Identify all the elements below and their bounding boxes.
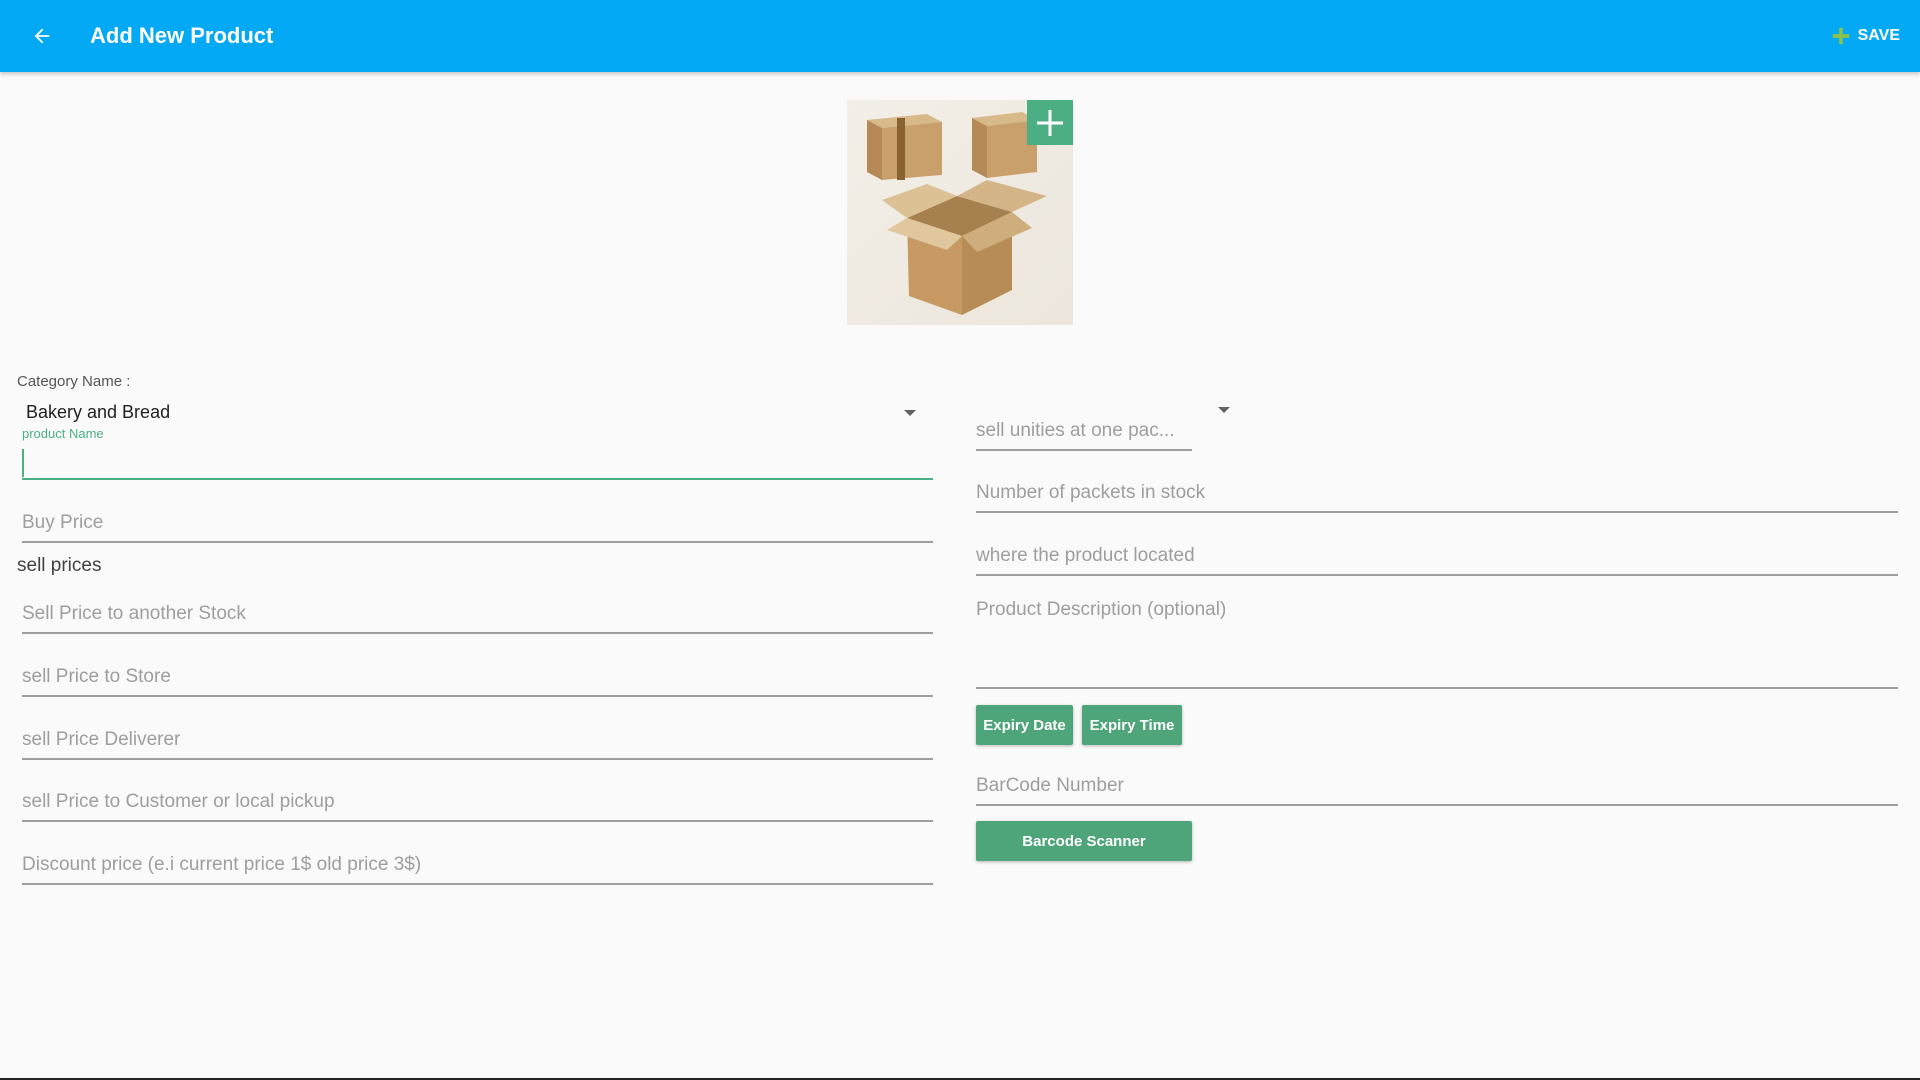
sell-price-deliverer-input[interactable]: sell Price Deliverer (22, 720, 933, 760)
plus-icon (1832, 27, 1849, 45)
unities-spinner[interactable]: sell unities at one pac... (976, 411, 1192, 451)
barcode-number-input[interactable]: BarCode Number (976, 766, 1898, 806)
expiry-date-button[interactable]: Expiry Date (976, 705, 1073, 745)
back-button[interactable] (22, 16, 62, 56)
product-name-input[interactable] (22, 440, 933, 480)
app-bar: Add New Product SAVE (0, 0, 1920, 72)
sell-price-store-input[interactable]: sell Price to Store (22, 657, 933, 697)
text-caret (22, 449, 24, 477)
sell-price-customer-input[interactable]: sell Price to Customer or local pickup (22, 782, 933, 822)
category-spinner[interactable]: Bakery and Bread (26, 402, 170, 423)
save-button[interactable]: SAVE (1830, 18, 1900, 54)
category-dropdown-arrow[interactable] (904, 410, 916, 416)
product-description-input[interactable]: Product Description (optional) (976, 590, 1898, 689)
product-location-input[interactable]: where the product located (976, 536, 1898, 576)
save-label: SAVE (1857, 27, 1900, 44)
page-title: Add New Product (90, 23, 274, 48)
buy-price-input[interactable]: Buy Price (22, 503, 933, 543)
expiry-time-button[interactable]: Expiry Time (1082, 705, 1182, 745)
packets-in-stock-input[interactable]: Number of packets in stock (976, 473, 1898, 513)
add-photo-button[interactable] (1027, 100, 1073, 145)
discount-price-input[interactable]: Discount price (e.i current price 1$ old… (22, 845, 933, 885)
arrow-left-icon (34, 28, 50, 44)
category-label: Category Name : (17, 373, 131, 390)
barcode-scanner-button[interactable]: Barcode Scanner (976, 821, 1192, 861)
unities-dropdown-arrow[interactable] (1218, 407, 1230, 413)
plus-icon (1037, 109, 1063, 136)
sell-price-stock-input[interactable]: Sell Price to another Stock (22, 594, 933, 634)
product-name-float-label: product Name (22, 426, 104, 441)
sell-prices-heading: sell prices (17, 555, 102, 576)
